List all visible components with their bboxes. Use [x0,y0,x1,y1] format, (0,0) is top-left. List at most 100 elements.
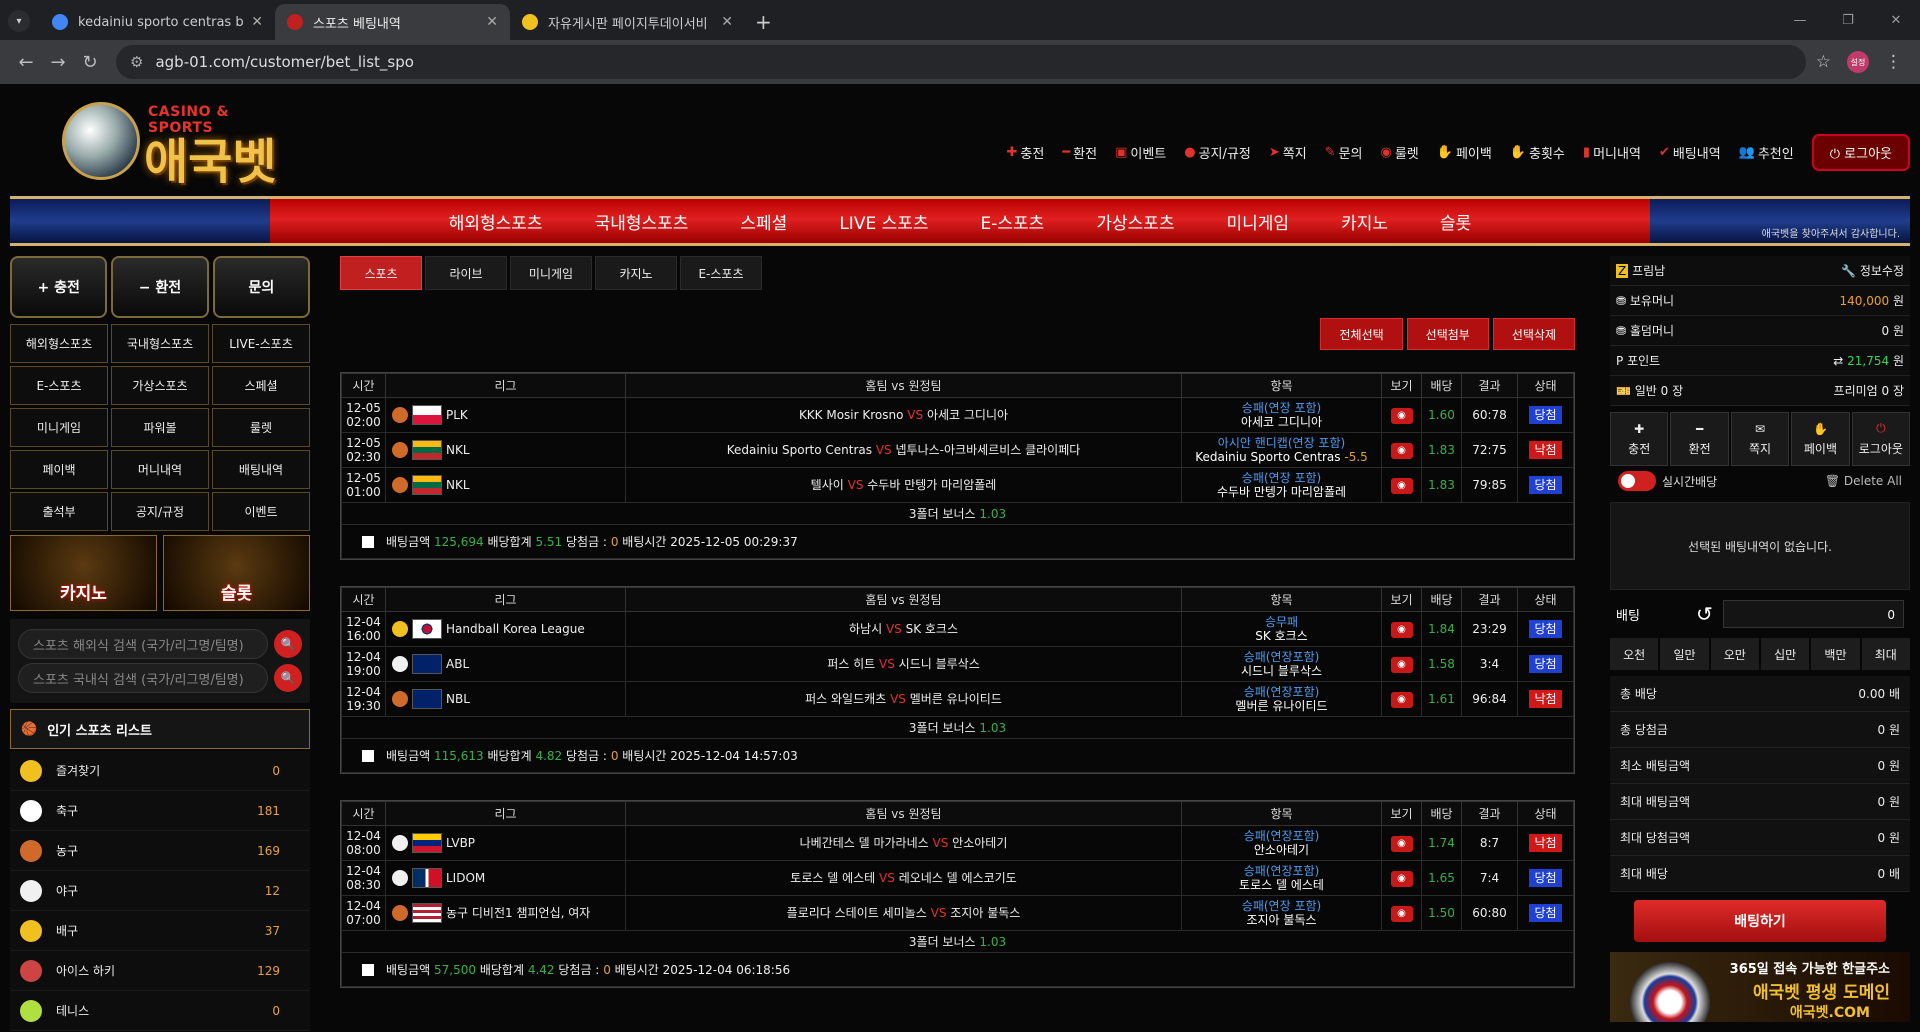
bet-select-checkbox[interactable] [362,964,374,976]
account-button[interactable]: ⏻ 로그아웃 [1851,412,1911,466]
top-menu-item[interactable]: ✋ 충횟수 [1510,143,1565,162]
top-menu-item[interactable]: 👥 추천인 [1739,143,1794,162]
place-bet-button[interactable]: 배팅하기 [1634,900,1886,942]
account-button[interactable]: ✚ 충전 [1610,412,1669,466]
url-field[interactable]: ⚙ agb-01.com/customer/bet_list_spo [116,45,1806,79]
history-tab[interactable]: 스포츠 [340,256,422,290]
account-button[interactable]: ✉ 쪽지 [1730,412,1790,466]
game-banner[interactable]: 카지노 [10,535,157,611]
search-input[interactable]: 스포츠 해외식 검색 (국가/리그명/팀명) [18,629,268,659]
close-tab-icon[interactable]: ✕ [486,14,498,30]
action-button[interactable]: 전체선택 [1320,318,1403,350]
bet-select-checkbox[interactable] [362,750,374,762]
close-window-icon[interactable]: ✕ [1872,0,1920,40]
top-menu-item[interactable]: ▣ 이벤트 [1115,143,1166,162]
sidebar-menu-item[interactable]: 국내형스포츠 [111,324,209,363]
eye-icon[interactable]: ◉ [1390,407,1413,424]
eye-icon[interactable]: ◉ [1390,442,1413,459]
top-menu-item[interactable]: ✚ 충전 [1006,143,1044,162]
history-tab[interactable]: 미니게임 [510,256,592,290]
stake-chip[interactable]: 백만 [1811,638,1860,670]
sidebar-menu-item[interactable]: 이벤트 [212,492,310,531]
sidebar-menu-item[interactable]: 페이백 [10,450,108,489]
eye-icon[interactable]: ◉ [1390,477,1413,494]
eye-icon[interactable]: ◉ [1390,870,1413,887]
stake-chip[interactable]: 오천 [1610,638,1659,670]
stake-chip[interactable]: 십만 [1760,638,1810,670]
main-nav-item[interactable]: 슬롯 [1440,209,1471,234]
main-nav-item[interactable]: 국내형스포츠 [595,209,689,234]
sidebar-menu-item[interactable]: 배팅내역 [212,450,310,489]
stake-input[interactable]: 0 [1722,600,1904,628]
sidebar-menu-item[interactable]: 공지/규정 [111,492,209,531]
eye-icon[interactable]: ◉ [1390,835,1413,852]
search-input[interactable]: 스포츠 국내식 검색 (국가/리그명/팀명) [18,663,268,693]
bookmark-star-icon[interactable]: ☆ [1816,52,1831,72]
sport-list-item[interactable]: 테니스 0 [10,991,310,1031]
top-menu-item[interactable]: ➤ 쪽지 [1269,143,1307,162]
sidebar-menu-item[interactable]: LIVE-스포츠 [212,324,310,363]
sidebar-menu-item[interactable]: 스페셜 [212,366,310,405]
top-menu-item[interactable]: ▮ 머니내역 [1583,143,1641,162]
sidebar-menu-item[interactable]: 룰렛 [212,408,310,447]
account-button[interactable]: ✋ 페이백 [1791,412,1850,466]
logout-button[interactable]: ⏻ 로그아웃 [1811,134,1910,171]
sport-list-item[interactable]: 배구 37 [10,911,310,951]
top-menu-item[interactable]: ━ 환전 [1062,143,1097,162]
sidebar-menu-item[interactable]: 머니내역 [111,450,209,489]
action-button[interactable]: 선택삭제 [1492,318,1575,350]
stake-chip[interactable]: 일만 [1660,638,1709,670]
browser-tab[interactable]: 자유게시판 페이지투데이서비 ✕ [510,4,745,40]
new-tab-button[interactable]: + [745,4,782,40]
delete-all-button[interactable]: 🗑 Delete All [1825,474,1902,488]
sport-list-item[interactable]: 축구 181 [10,791,310,831]
reload-icon[interactable]: ↻ [74,52,106,73]
bet-select-checkbox[interactable] [362,536,374,548]
edit-info-link[interactable]: 🔧 정보수정 [1841,262,1904,279]
eye-icon[interactable]: ◉ [1390,905,1413,922]
menu-kebab-icon[interactable]: ⋮ [1885,52,1902,72]
live-odds-toggle[interactable] [1618,471,1656,491]
sport-list-item[interactable]: 농구 169 [10,831,310,871]
browser-tab[interactable]: kedainiu sporto centras basket ✕ [40,4,275,40]
exchange-icon[interactable]: ⇄ [1833,354,1843,368]
sidebar-menu-item[interactable]: 미니게임 [10,408,108,447]
profile-avatar[interactable]: 설정 [1847,51,1869,73]
sport-list-item[interactable]: 야구 12 [10,871,310,911]
minimize-icon[interactable]: — [1776,0,1824,40]
top-menu-item[interactable]: ✔ 배팅내역 [1659,143,1721,162]
main-nav-item[interactable]: 카지노 [1341,209,1388,234]
quick-button[interactable]: − 환전 [111,256,209,318]
site-logo[interactable]: CASINO & SPORTS 애국벳 [52,92,292,192]
sport-list-item[interactable]: 즐겨찾기 0 [10,751,310,791]
stake-chip[interactable]: 오만 [1710,638,1759,670]
history-tab[interactable]: E-스포츠 [680,256,762,290]
main-nav-item[interactable]: E-스포츠 [981,209,1045,234]
main-nav-item[interactable]: 미니게임 [1227,209,1290,234]
main-nav-item[interactable]: 해외형스포츠 [449,209,543,234]
browser-tab[interactable]: 스포츠 베팅내역 ✕ [275,4,510,40]
top-menu-item[interactable]: ✋ 페이백 [1437,143,1492,162]
quick-button[interactable]: 문의 [212,256,310,318]
top-menu-item[interactable]: ◉ 룰렛 [1380,143,1418,162]
reset-icon[interactable]: ↺ [1696,602,1713,626]
top-menu-item[interactable]: ● 공지/규정 [1184,143,1251,162]
quick-button[interactable]: + 충전 [10,256,108,318]
sidebar-menu-item[interactable]: E-스포츠 [10,366,108,405]
action-button[interactable]: 선택첨부 [1406,318,1489,350]
sport-list-item[interactable]: 아이스 하키 129 [10,951,310,991]
forward-icon[interactable]: → [42,52,74,73]
search-icon[interactable]: 🔍 [274,630,302,658]
history-tab[interactable]: 카지노 [595,256,677,290]
sidebar-menu-item[interactable]: 해외형스포츠 [10,324,108,363]
restore-icon[interactable]: ❐ [1824,0,1872,40]
main-nav-item[interactable]: 스페셜 [740,209,787,234]
history-tab[interactable]: 라이브 [425,256,507,290]
close-tab-icon[interactable]: ✕ [251,14,263,30]
domain-banner[interactable]: 365일 접속 가능한 한글주소 애국벳 평생 도메인 애국벳.COM [1610,952,1910,1022]
sidebar-menu-item[interactable]: 파워볼 [111,408,209,447]
eye-icon[interactable]: ◉ [1390,656,1413,673]
search-icon[interactable]: 🔍 [274,664,302,692]
account-button[interactable]: ━ 환전 [1670,412,1729,466]
game-banner[interactable]: 슬롯 [163,535,310,611]
